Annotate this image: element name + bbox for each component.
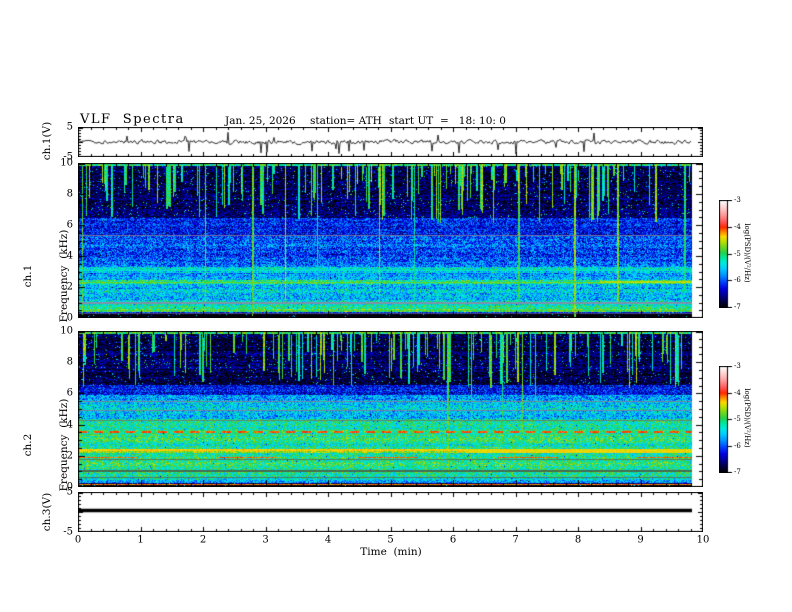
colorbar-tick-label: -3 — [734, 362, 741, 370]
ch3-voltage-axis-label: ch.3(V) — [41, 492, 53, 532]
y-tick-label-ch2f: 2 — [66, 450, 73, 462]
plot-title: VLF Spectra — [80, 112, 185, 127]
x-tick-label: 1 — [137, 534, 144, 546]
y-tick-label-ch2f: 6 — [66, 387, 73, 399]
ch2-frequency-axis-label-line1: ch.2 — [22, 433, 34, 457]
y-tick-label-ch2f: 8 — [66, 356, 73, 368]
x-tick-label: 10 — [696, 534, 710, 546]
colorbar-tick-label: -5 — [734, 249, 741, 258]
vlf-spectra-screen: VLF Spectra Jan. 25, 2026 station= ATH s… — [0, 0, 792, 612]
x-tick-label: 0 — [74, 534, 82, 546]
x-tick-label: 7 — [512, 534, 519, 546]
colorbar-tick-label: -6 — [734, 276, 741, 285]
colorbar-tick-label: -7 — [734, 468, 741, 476]
y-tick-label-ch1f: 0 — [66, 312, 73, 324]
colorbar-tick-label: -6 — [734, 441, 741, 450]
colorbar-ch2 — [719, 366, 733, 473]
colorbar-ch2-label: log(PSD)/(V²/Hz) — [743, 388, 751, 448]
ch1-voltage-panel — [78, 127, 703, 157]
y-tick-label-ch1f: 10 — [60, 157, 73, 169]
colorbar-tick-label: -4 — [734, 222, 741, 231]
plot-date: Jan. 25, 2026 — [225, 115, 296, 127]
x-tick-label: 5 — [387, 534, 394, 546]
x-tick-label: 2 — [199, 534, 207, 546]
y-tick-label-ch1f: 4 — [66, 250, 73, 262]
plot-station: station= ATH — [310, 115, 382, 127]
colorbar-tick-label: -7 — [734, 303, 741, 311]
plot-start-ut: start UT = 18: 10: 0 — [389, 115, 506, 127]
y-tick-label-ch1v: 5 — [66, 121, 73, 133]
colorbar-ch1-label: log(PSD)/(V²/Hz) — [743, 223, 751, 283]
x-tick-label: 3 — [262, 534, 269, 546]
colorbar-tick-label: -5 — [734, 415, 741, 423]
x-tick-label: 8 — [574, 534, 582, 546]
y-tick-label-ch3v: -5 — [63, 526, 73, 538]
x-axis-title: Time (min) — [360, 546, 422, 558]
x-tick-label: 6 — [449, 534, 457, 546]
colorbar-tick-label: -4 — [734, 388, 741, 397]
y-tick-label-ch2f: 0 — [66, 481, 73, 493]
colorbar-tick-label: -3 — [734, 196, 741, 204]
colorbar-ch1 — [719, 200, 733, 308]
y-tick-label-ch2f: 4 — [66, 419, 73, 431]
ch2-spectrogram-panel — [78, 331, 703, 487]
y-tick-label-ch1f: 6 — [66, 219, 73, 231]
y-tick-label-ch2f: 10 — [60, 325, 73, 337]
y-tick-label-ch1f: 2 — [66, 281, 73, 293]
x-tick-label: 9 — [637, 534, 644, 546]
y-tick-label-ch1f: 8 — [66, 188, 73, 200]
x-tick-label: 4 — [324, 534, 332, 546]
ch3-voltage-panel — [78, 492, 703, 532]
ch2-frequency-axis-label-line2: Frequency (kHz) — [58, 398, 70, 492]
ch1-spectrogram-panel — [78, 163, 703, 318]
